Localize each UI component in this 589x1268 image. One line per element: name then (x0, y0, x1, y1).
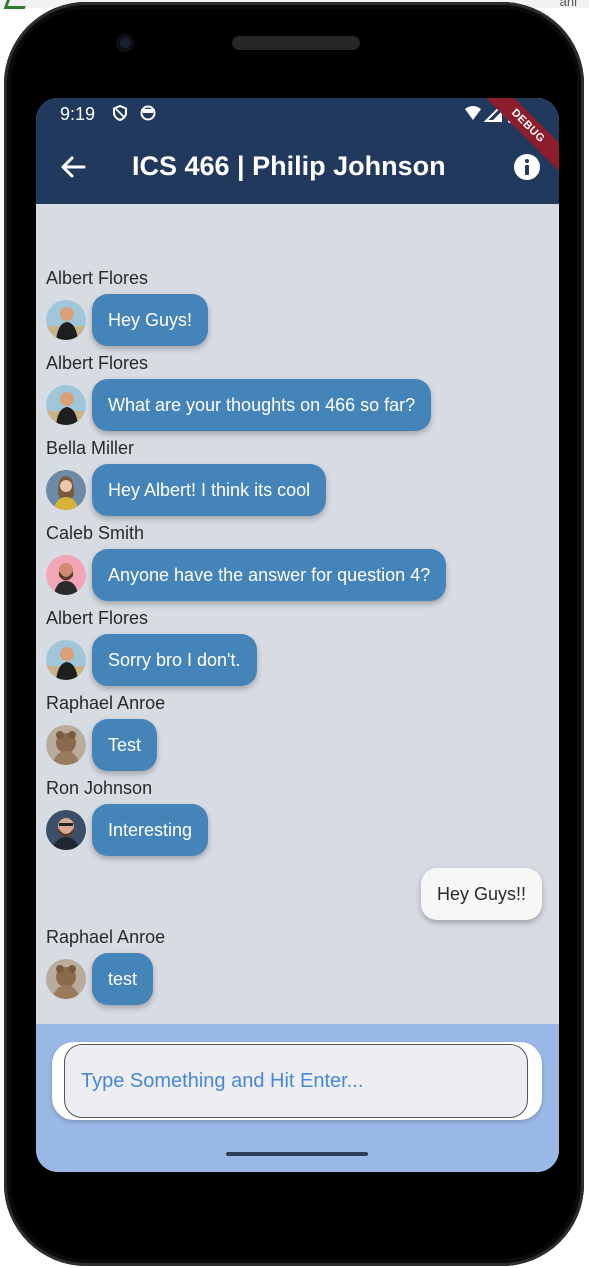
shield-icon (113, 105, 127, 121)
front-camera (116, 34, 134, 52)
message-sender: Albert Flores (46, 268, 149, 288)
avatar (46, 470, 86, 510)
message-bubble[interactable]: Interesting (92, 804, 209, 856)
message-sender: Ron Johnson (46, 778, 153, 798)
composer-container (52, 1042, 542, 1120)
message-bubble[interactable]: Test (92, 719, 158, 771)
message-bubble[interactable]: Anyone have the answer for question 4? (92, 549, 447, 601)
page-title: ICS 466 | Philip Johnson (132, 151, 446, 181)
message-sender: Caleb Smith (46, 523, 145, 543)
message-bubble[interactable]: test (92, 953, 154, 1005)
message-sender: Raphael Anroe (46, 927, 166, 947)
message-sender: Albert Flores (46, 353, 149, 373)
message-bubble[interactable]: What are your thoughts on 466 so far? (92, 379, 432, 431)
app-bar: 9:19 DEBUG ICS 466 | Philip Johnson (36, 98, 559, 204)
arrow-left-icon (61, 156, 86, 178)
avatar (46, 640, 86, 680)
corner-text: ani (559, 0, 577, 9)
avatar (46, 300, 86, 340)
message-bubble[interactable]: Sorry bro I don't. (92, 634, 257, 686)
info-icon[interactable] (513, 153, 541, 181)
phone-frame: 9:19 DEBUG ICS 466 | Philip Johnson Albe… (4, 2, 584, 1266)
home-indicator[interactable] (226, 1152, 368, 1156)
avatar (46, 555, 86, 595)
message-list[interactable]: Albert Flores Hey Guys! Albert Flores Wh… (36, 204, 559, 1024)
message-bubble[interactable]: Hey Guys! (92, 294, 209, 346)
message-bubble[interactable]: Hey Albert! I think its cool (92, 464, 327, 516)
message-sender: Bella Miller (46, 438, 135, 458)
my-message-bubble[interactable]: Hey Guys!! (420, 868, 542, 920)
wifi-icon (465, 106, 481, 120)
back-button[interactable] (56, 150, 90, 184)
app-status-icon (140, 105, 156, 121)
earpiece-speaker (232, 36, 360, 50)
avatar (46, 959, 86, 999)
composer-bar (36, 1024, 559, 1172)
message-sender: Albert Flores (46, 608, 149, 628)
avatar (46, 810, 86, 850)
avatar (46, 725, 86, 765)
status-time: 9:19 (60, 104, 96, 124)
message-input[interactable] (64, 1044, 528, 1118)
avatar (46, 385, 86, 425)
app-screen: 9:19 DEBUG ICS 466 | Philip Johnson Albe… (36, 98, 559, 1172)
app-corner-icon (3, 0, 30, 9)
message-sender: Raphael Anroe (46, 693, 166, 713)
